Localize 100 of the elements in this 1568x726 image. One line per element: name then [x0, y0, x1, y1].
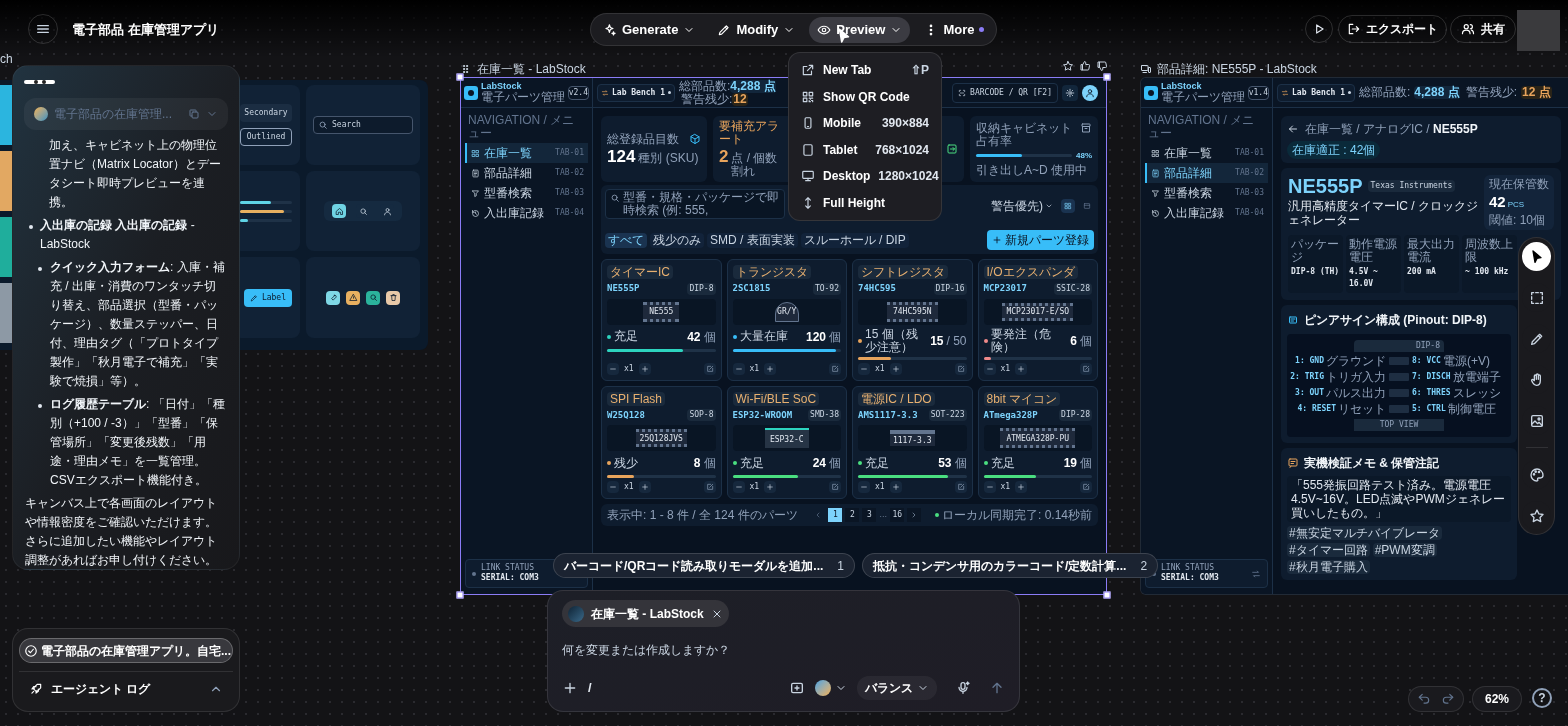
selection-handle[interactable] — [456, 73, 464, 81]
increment-button[interactable] — [889, 362, 902, 375]
nav-item[interactable]: 部品詳細 TAB-02 — [465, 163, 588, 183]
increment-button[interactable] — [638, 362, 651, 375]
nav-home-button[interactable] — [332, 204, 346, 218]
attach-icon[interactable] — [789, 680, 805, 696]
increment-button[interactable] — [1015, 362, 1028, 375]
open-button[interactable] — [954, 362, 967, 375]
redo-icon[interactable] — [1441, 692, 1455, 706]
stat-unit: 点 / 個数割れ — [731, 152, 779, 178]
nav-item[interactable]: 部品詳細 TAB-02 — [1145, 163, 1268, 183]
stock-count: 42 — [687, 328, 701, 346]
selection-handle[interactable] — [456, 591, 464, 599]
context-chip[interactable]: 在庫一覧 - LabStock — [562, 600, 729, 627]
model-icon — [815, 680, 831, 696]
decrement-button[interactable] — [858, 362, 870, 375]
selection-handle[interactable] — [1103, 591, 1111, 599]
new-part-button[interactable]: 新規パーツ登録 — [987, 230, 1094, 250]
voice-icon[interactable] — [955, 680, 971, 696]
menu-item[interactable]: Mobile 390×884 — [795, 110, 935, 137]
menu-item[interactable]: New Tab ⇧P — [795, 57, 935, 84]
mode-dropdown[interactable]: バランス — [857, 676, 937, 700]
star-icon[interactable] — [1062, 60, 1074, 72]
zoom-level-button[interactable]: 62% — [1472, 686, 1523, 712]
open-button[interactable] — [703, 481, 716, 493]
page-button[interactable]: 16 — [890, 508, 905, 522]
mode-tab[interactable]: More — [916, 16, 993, 43]
prompt-input[interactable]: 何を変更または作成しますか？ — [562, 640, 1005, 660]
pin-note: スレッシ — [1452, 386, 1501, 400]
stat-value: 4,288 点 — [1414, 86, 1460, 99]
task-chip[interactable]: 電子部品の在庫管理アプリ。自宅... — [19, 638, 233, 663]
decrement-button[interactable] — [983, 362, 996, 375]
label-button[interactable]: Label — [243, 288, 292, 307]
back-arrow-icon[interactable] — [1287, 123, 1299, 135]
bench-selector[interactable]: Lab Bench 1 — [1277, 83, 1355, 102]
nav-item[interactable]: 型番検索 TAB-03 — [1145, 183, 1268, 203]
page-button[interactable]: 1 — [828, 508, 843, 522]
increment-button[interactable] — [889, 481, 902, 493]
undo-icon[interactable] — [1417, 692, 1431, 706]
decrement-button[interactable] — [732, 481, 745, 493]
filter-chip[interactable]: すべて — [605, 232, 647, 248]
stock-status: 大量在庫 — [739, 330, 789, 343]
decrement-button[interactable] — [607, 362, 619, 375]
nav-item[interactable]: 在庫一覧 TAB-01 — [1145, 143, 1268, 163]
search-icon — [610, 193, 620, 203]
copy-icon[interactable] — [188, 108, 200, 120]
grid-view-button[interactable] — [1061, 199, 1075, 213]
scanner-button[interactable]: BARCODE / QR [F2] — [952, 82, 1058, 103]
agent-log-toggle[interactable]: エージェント ログ — [19, 671, 233, 705]
open-button[interactable] — [954, 481, 967, 493]
filter-chip[interactable]: SMD / 表面実装 — [707, 232, 798, 248]
mode-tab[interactable]: Modify — [709, 16, 804, 43]
open-button[interactable] — [1080, 481, 1092, 493]
mode-tab[interactable]: Generate — [595, 16, 704, 43]
increment-button[interactable] — [638, 481, 651, 493]
thumbs-up-icon[interactable] — [1079, 60, 1091, 72]
decrement-button[interactable] — [732, 362, 745, 375]
open-button[interactable] — [703, 362, 716, 375]
open-button[interactable] — [1080, 362, 1092, 375]
slash-command[interactable]: / — [588, 678, 592, 698]
sort-dropdown[interactable]: 警告優先) — [988, 197, 1056, 215]
search-field[interactable]: Search — [313, 116, 413, 134]
nav-item[interactable]: 入出庫記録 TAB-04 — [465, 203, 588, 223]
menu-item[interactable]: Show QR Code — [795, 83, 935, 110]
page-button[interactable]: 2 — [845, 508, 860, 522]
thumbs-down-icon[interactable] — [1096, 60, 1108, 72]
mode-tab[interactable]: Preview — [809, 16, 911, 43]
bench-selector[interactable]: Lab Bench 1 — [597, 83, 675, 102]
settings-button[interactable] — [1062, 84, 1078, 101]
stock-status: 充足 — [865, 456, 890, 470]
filter-chip[interactable]: スルーホール / DIP — [800, 232, 909, 248]
send-icon[interactable] — [989, 680, 1005, 696]
minus-icon — [985, 483, 994, 491]
increment-button[interactable] — [764, 481, 777, 493]
suggestion-chip[interactable]: バーコード/QRコード読み取りモーダルを追加... 1 — [553, 553, 856, 578]
menu-item[interactable]: Full Height — [795, 189, 935, 216]
result-summary: 表示中: 1 - 8 件 / 全 124 件のパーツ — [607, 507, 798, 524]
decrement-button[interactable] — [858, 481, 870, 493]
increment-button[interactable] — [764, 362, 777, 375]
filter-chip[interactable]: 残少のみ — [650, 232, 704, 248]
search-field[interactable]: 型番・規格・パッケージで即時検索 (例: 555, — [605, 189, 785, 219]
open-button[interactable] — [829, 362, 841, 375]
nav-item[interactable]: 型番検索 TAB-03 — [465, 183, 588, 203]
decrement-button[interactable] — [607, 481, 619, 493]
page-button[interactable]: 3 — [862, 508, 877, 522]
section-title: 実機検証メモ & 保管注記 — [1304, 454, 1440, 472]
selection-handle[interactable] — [1103, 73, 1111, 81]
chip-header: DIP-8 — [1354, 339, 1444, 352]
decrement-button[interactable] — [983, 481, 996, 493]
nav-item[interactable]: 在庫一覧 TAB-01 — [465, 143, 588, 163]
menu-item[interactable]: Tablet 768×1024 — [795, 136, 935, 163]
suggestion-chip[interactable]: 抵抗・コンデンサ用のカラーコード/定数計算... 2 — [862, 553, 1159, 578]
increment-button[interactable] — [1015, 481, 1028, 493]
help-button[interactable]: ? — [1532, 688, 1552, 708]
select-tool-button[interactable] — [1522, 242, 1551, 271]
secondary-button[interactable]: Secondary — [240, 104, 292, 122]
model-selector[interactable] — [815, 680, 847, 696]
add-icon[interactable] — [562, 680, 578, 696]
nav-item[interactable]: 入出庫記録 TAB-04 — [1145, 203, 1268, 223]
open-button[interactable] — [829, 481, 841, 493]
